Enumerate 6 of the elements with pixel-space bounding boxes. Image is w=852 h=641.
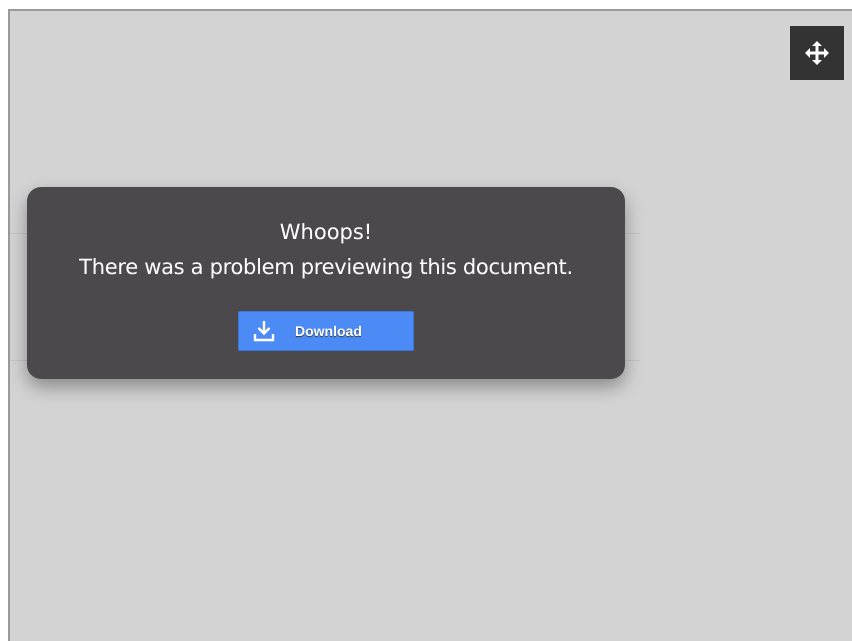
move-button[interactable] — [790, 26, 844, 80]
download-button[interactable]: Download — [238, 311, 414, 351]
move-icon — [804, 40, 830, 66]
dialog-title: Whoops! — [280, 219, 372, 246]
download-icon — [253, 320, 275, 342]
error-message: There was a problem previewing this document. — [79, 254, 573, 281]
